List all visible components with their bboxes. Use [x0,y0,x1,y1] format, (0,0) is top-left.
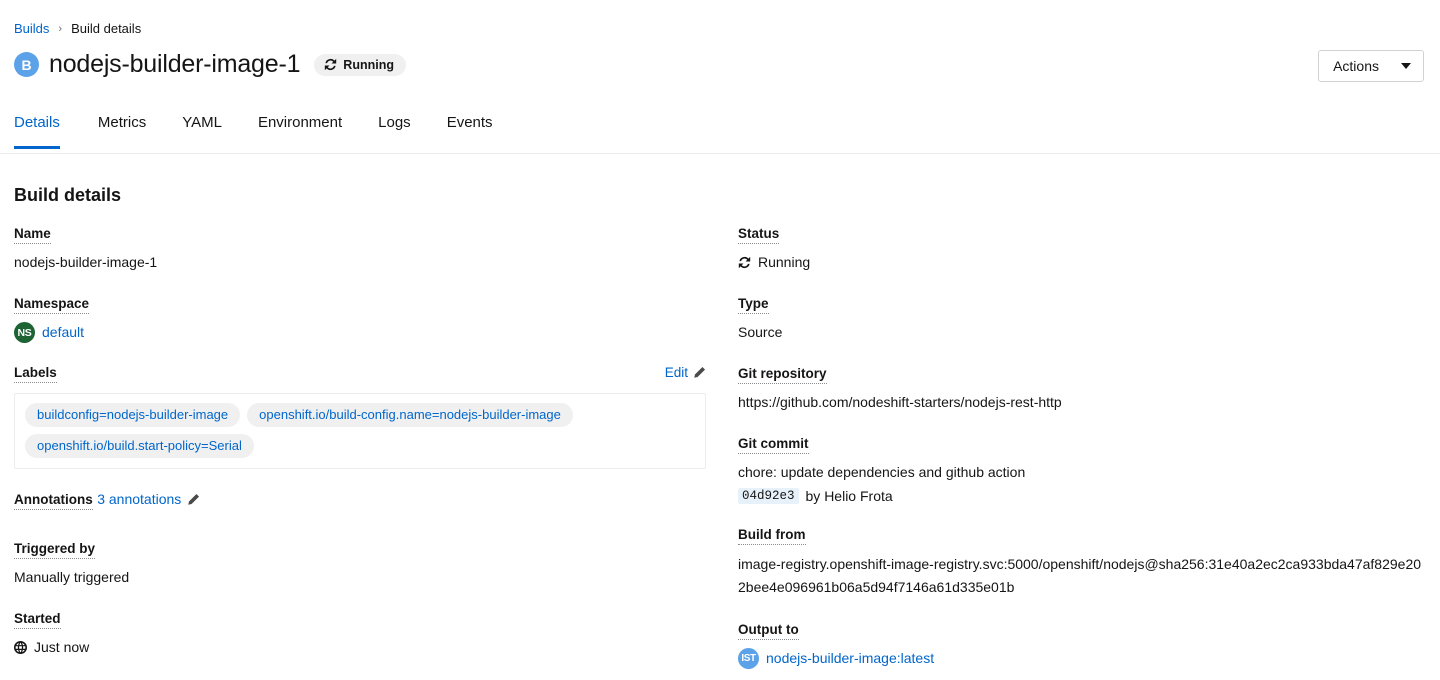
namespace-icon: NS [14,322,35,343]
details-column-right: Status Running Type Source Git repositor [720,225,1440,680]
field-name-label: Name [14,226,51,244]
tab-label: Events [446,114,493,131]
field-type-value: Source [738,324,783,340]
field-triggered-by-value: Manually triggered [14,569,130,585]
field-git-commit: Git commit chore: update dependencies an… [738,435,1424,504]
sync-icon [738,256,751,269]
field-git-repository-value: https://github.com/nodeshift-starters/no… [738,394,1062,410]
git-commit-message: chore: update dependencies and github ac… [738,464,1026,480]
breadcrumb-current: Build details [71,21,142,36]
tab-environment[interactable]: Environment [240,111,360,148]
status-badge: Running [314,53,406,76]
field-started-label: Started [14,611,61,629]
breadcrumb-separator-icon: › [58,22,63,35]
tab-label: Metrics [97,114,147,131]
tab-events[interactable]: Events [429,111,511,148]
labels-header: Labels Edit [14,365,706,391]
field-name-value: nodejs-builder-image-1 [14,254,158,270]
tab-label: Environment [257,114,343,131]
label-pill[interactable]: openshift.io/build.start-policy=Serial [25,434,254,458]
details-column-left: Name nodejs-builder-image-1 Namespace NS… [0,225,720,680]
status-value-row: Running [738,252,1424,273]
tab-label: Logs [378,114,411,131]
field-git-repository-label: Git repository [738,366,827,384]
sync-icon [324,58,337,71]
field-name: Name nodejs-builder-image-1 [14,225,704,273]
labels-container: buildconfig=nodejs-builder-image openshi… [14,393,706,469]
status-badge-label: Running [343,57,394,72]
annotations-edit-button[interactable]: 3 annotations [97,491,200,507]
field-annotations: Annotations 3 annotations [14,491,704,518]
field-status-label: Status [738,226,780,244]
field-output-to: Output to IST nodejs-builder-image:lates… [738,621,1424,669]
namespace-value-row[interactable]: NS default [14,322,704,343]
field-namespace: Namespace NS default [14,295,704,343]
field-status-value: Running [758,254,811,270]
tab-bar: Details Metrics YAML Environment Logs Ev… [0,111,1440,154]
field-started-value: Just now [34,639,90,655]
field-labels: Labels Edit buildconfig=nodejs-builder-i… [14,365,706,469]
label-pill[interactable]: openshift.io/build-config.name=nodejs-bu… [247,403,573,427]
tab-yaml[interactable]: YAML [164,111,240,148]
build-resource-icon: B [14,52,39,77]
edit-labels-label: Edit [664,365,688,380]
field-status: Status Running [738,225,1424,273]
imagestreamtag-icon: IST [738,648,759,669]
field-namespace-label: Namespace [14,296,90,314]
tab-logs[interactable]: Logs [360,111,429,148]
field-type-label: Type [738,296,769,314]
field-git-commit-label: Git commit [738,436,809,454]
field-git-repository: Git repository https://github.com/nodesh… [738,365,1424,413]
namespace-link[interactable]: default [42,322,84,343]
breadcrumb-builds-link[interactable]: Builds [14,21,49,36]
build-details-page: Builds › Build details B nodejs-builder-… [0,0,1440,680]
started-value-row: Just now [14,637,704,658]
git-commit-sha: 04d92e3 [738,488,799,504]
field-type: Type Source [738,295,1424,343]
actions-button[interactable]: Actions [1318,50,1424,82]
field-triggered-by: Triggered by Manually triggered [14,540,704,588]
field-annotations-label: Annotations [14,492,93,510]
chevron-down-icon [1401,63,1411,69]
actions-button-label: Actions [1333,58,1379,74]
details-grid: Name nodejs-builder-image-1 Namespace NS… [0,225,1440,680]
field-triggered-by-label: Triggered by [14,541,96,559]
edit-labels-button[interactable]: Edit [665,365,706,380]
tab-label: YAML [182,114,222,131]
tab-details[interactable]: Details [14,111,80,149]
field-build-from-value: image-registry.openshift-image-registry.… [738,556,1422,595]
output-to-link[interactable]: nodejs-builder-image:latest [766,648,934,669]
section-heading: Build details [14,185,122,205]
field-output-to-label: Output to [738,622,799,640]
tab-label: Details [14,114,60,131]
git-commit-author: by Helio Frota [805,488,893,504]
field-started: Started Just now [14,610,704,658]
label-pill[interactable]: buildconfig=nodejs-builder-image [25,403,241,427]
globe-icon [14,641,27,654]
tab-metrics[interactable]: Metrics [80,111,164,148]
field-build-from: Build from image-registry.openshift-imag… [738,526,1424,599]
field-labels-label: Labels [14,365,57,383]
pencil-icon [188,493,200,505]
git-commit-meta: 04d92e3 by Helio Frota [738,488,1424,504]
page-title-row: B nodejs-builder-image-1 Running [14,50,406,79]
breadcrumb: Builds › Build details [14,21,141,36]
pencil-icon [694,366,706,378]
output-to-value-row[interactable]: IST nodejs-builder-image:latest [738,648,1424,669]
annotations-count-label: 3 annotations [97,491,182,507]
field-build-from-label: Build from [738,527,806,545]
page-title: nodejs-builder-image-1 [49,50,301,78]
